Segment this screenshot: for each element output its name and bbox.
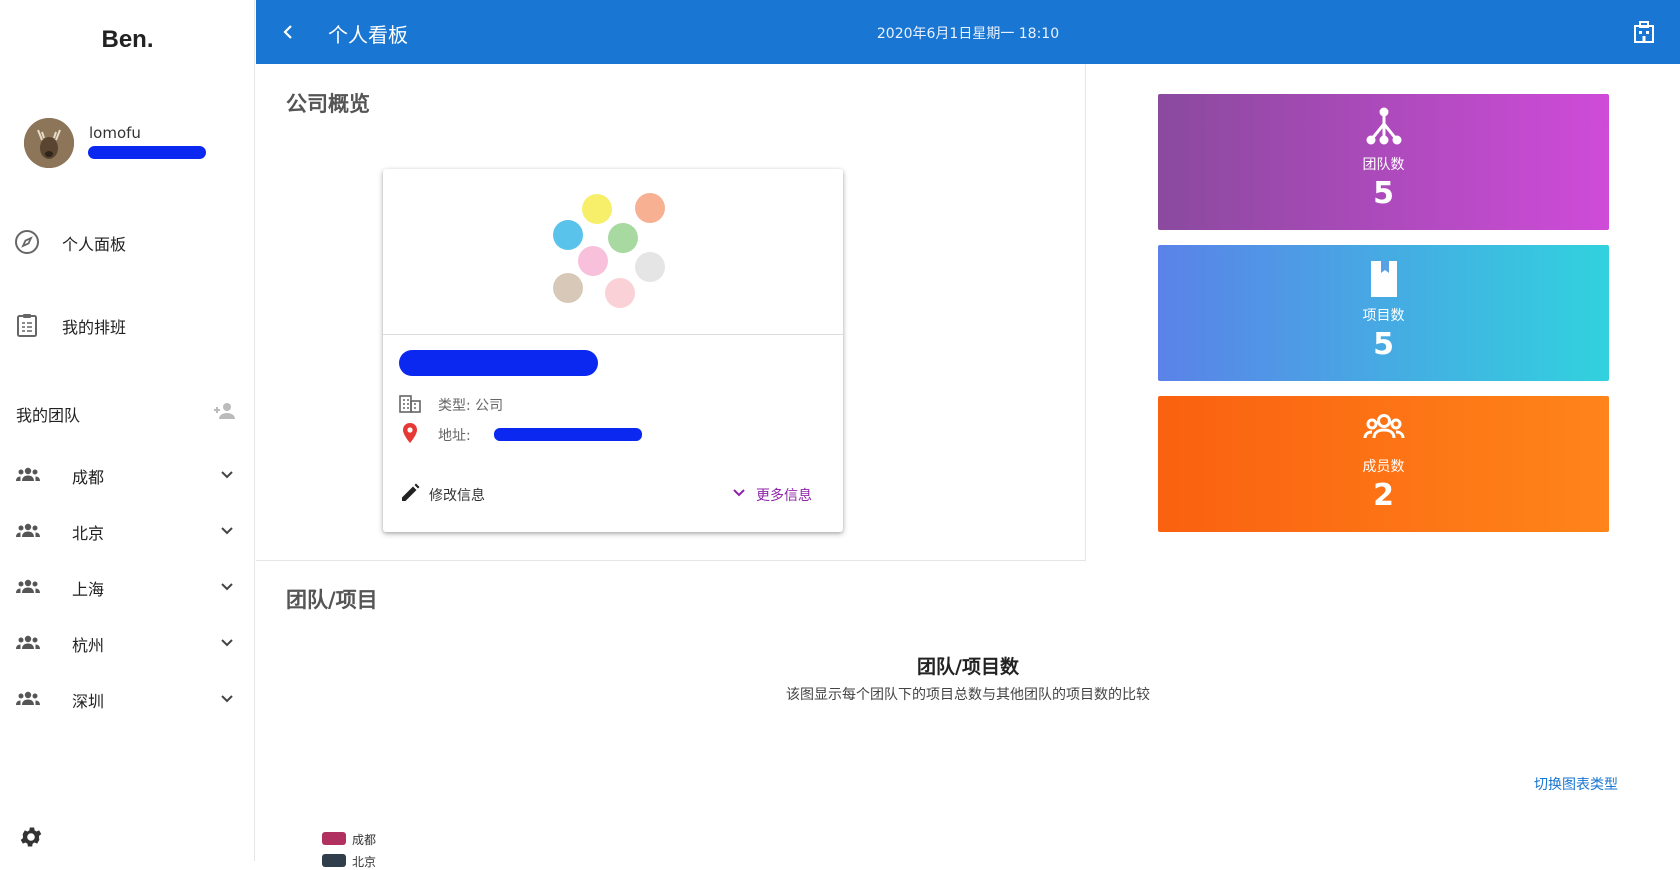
team-label: 成都 [72, 468, 105, 487]
stat-card-teams: 团队数 5 [1158, 94, 1609, 230]
team-label: 杭州 [72, 636, 105, 655]
chevron-down-icon[interactable] [218, 522, 236, 540]
redacted-address [494, 428, 642, 441]
nav-item-label: 个人面板 [62, 235, 127, 254]
team-label: 上海 [72, 580, 105, 599]
building-icon [399, 395, 421, 413]
company-type: 类型: 公司 [438, 398, 504, 414]
edit-info-label: 修改信息 [429, 488, 485, 504]
add-team-member-icon[interactable] [212, 400, 238, 422]
compass-icon [15, 230, 39, 254]
team-item-beijing[interactable]: 北京 [0, 510, 255, 550]
chevron-down-icon[interactable] [218, 634, 236, 652]
pencil-icon [402, 483, 420, 501]
more-info-button[interactable]: 更多信息 [730, 482, 830, 506]
legend-item[interactable]: 成都 [322, 830, 442, 847]
nav-item-dashboard[interactable]: 个人面板 [0, 221, 255, 261]
section-title: 公司概览 [286, 92, 370, 116]
company-card-media [383, 169, 843, 335]
group-icon [16, 635, 40, 649]
current-datetime: 2020年6月1日星期一 18:10 [876, 26, 1060, 42]
group-icon [1363, 414, 1405, 439]
user-profile[interactable]: lomofu [24, 118, 244, 170]
gear-icon[interactable] [18, 824, 44, 850]
company-building-icon[interactable] [1632, 20, 1656, 44]
company-card: 类型: 公司 地址: 修改信息 更多信息 [383, 169, 843, 532]
teams-section-title: 我的团队 [16, 406, 81, 425]
stat-value: 2 [1373, 478, 1394, 513]
legend-label: 北京 [352, 855, 377, 869]
team-label: 深圳 [72, 692, 105, 711]
stat-value: 5 [1373, 176, 1394, 211]
stat-value: 5 [1373, 327, 1394, 362]
section-title: 团队/项目 [286, 588, 378, 612]
username: lomofu [89, 124, 141, 142]
hierarchy-icon [1366, 107, 1402, 145]
team-item-hangzhou[interactable]: 杭州 [0, 622, 255, 662]
nav-item-label: 我的排班 [62, 318, 127, 337]
stat-label: 成员数 [1362, 459, 1405, 475]
redacted-company-name [399, 350, 598, 376]
group-icon [16, 691, 40, 705]
team-item-shenzhen[interactable]: 深圳 [0, 678, 255, 718]
switch-chart-type-button[interactable]: 切换图表类型 [1534, 774, 1618, 794]
chart-subtitle: 该图显示每个团队下的项目总数与其他团队的项目数的比较 [786, 687, 1150, 703]
stat-label: 项目数 [1362, 308, 1405, 324]
chart-title: 团队/项目数 [917, 656, 1019, 678]
team-item-shanghai[interactable]: 上海 [0, 566, 255, 606]
brand-logo: Ben. [101, 26, 154, 53]
clipboard-schedule-icon [17, 314, 37, 337]
sidebar: Ben. lomofu 个人面板 我的排班 我的团队 成都 北京 上海 杭州 深… [0, 0, 255, 861]
stat-card-projects: 项目数 5 [1158, 245, 1609, 381]
team-label: 北京 [72, 524, 105, 543]
team-item-chengdu[interactable]: 成都 [0, 454, 255, 494]
top-app-bar: 个人看板 2020年6月1日星期一 18:10 [256, 0, 1680, 64]
redacted-user-info [88, 146, 206, 159]
more-info-label: 更多信息 [756, 488, 812, 504]
chevron-down-icon[interactable] [218, 466, 236, 484]
group-icon [16, 467, 40, 481]
avatar[interactable] [24, 118, 74, 168]
stat-card-members: 成员数 2 [1158, 396, 1609, 532]
company-overview-section: 公司概览 类型: 公司 地址: 修改信息 更多信息 [256, 64, 1086, 561]
location-pin-icon [403, 423, 417, 443]
stat-label: 团队数 [1362, 157, 1405, 173]
nav-item-schedule[interactable]: 我的排班 [0, 304, 255, 344]
legend-label: 成都 [352, 833, 377, 847]
legend-swatch [322, 832, 346, 845]
book-icon [1371, 261, 1397, 297]
chevron-down-icon[interactable] [218, 578, 236, 596]
group-icon [16, 523, 40, 537]
address-label: 地址: [438, 428, 471, 444]
legend-item[interactable]: 北京 [322, 852, 442, 869]
company-logo-dots [553, 193, 665, 308]
group-icon [16, 579, 40, 593]
chevron-down-icon[interactable] [218, 690, 236, 708]
chevron-down-icon [733, 489, 745, 497]
